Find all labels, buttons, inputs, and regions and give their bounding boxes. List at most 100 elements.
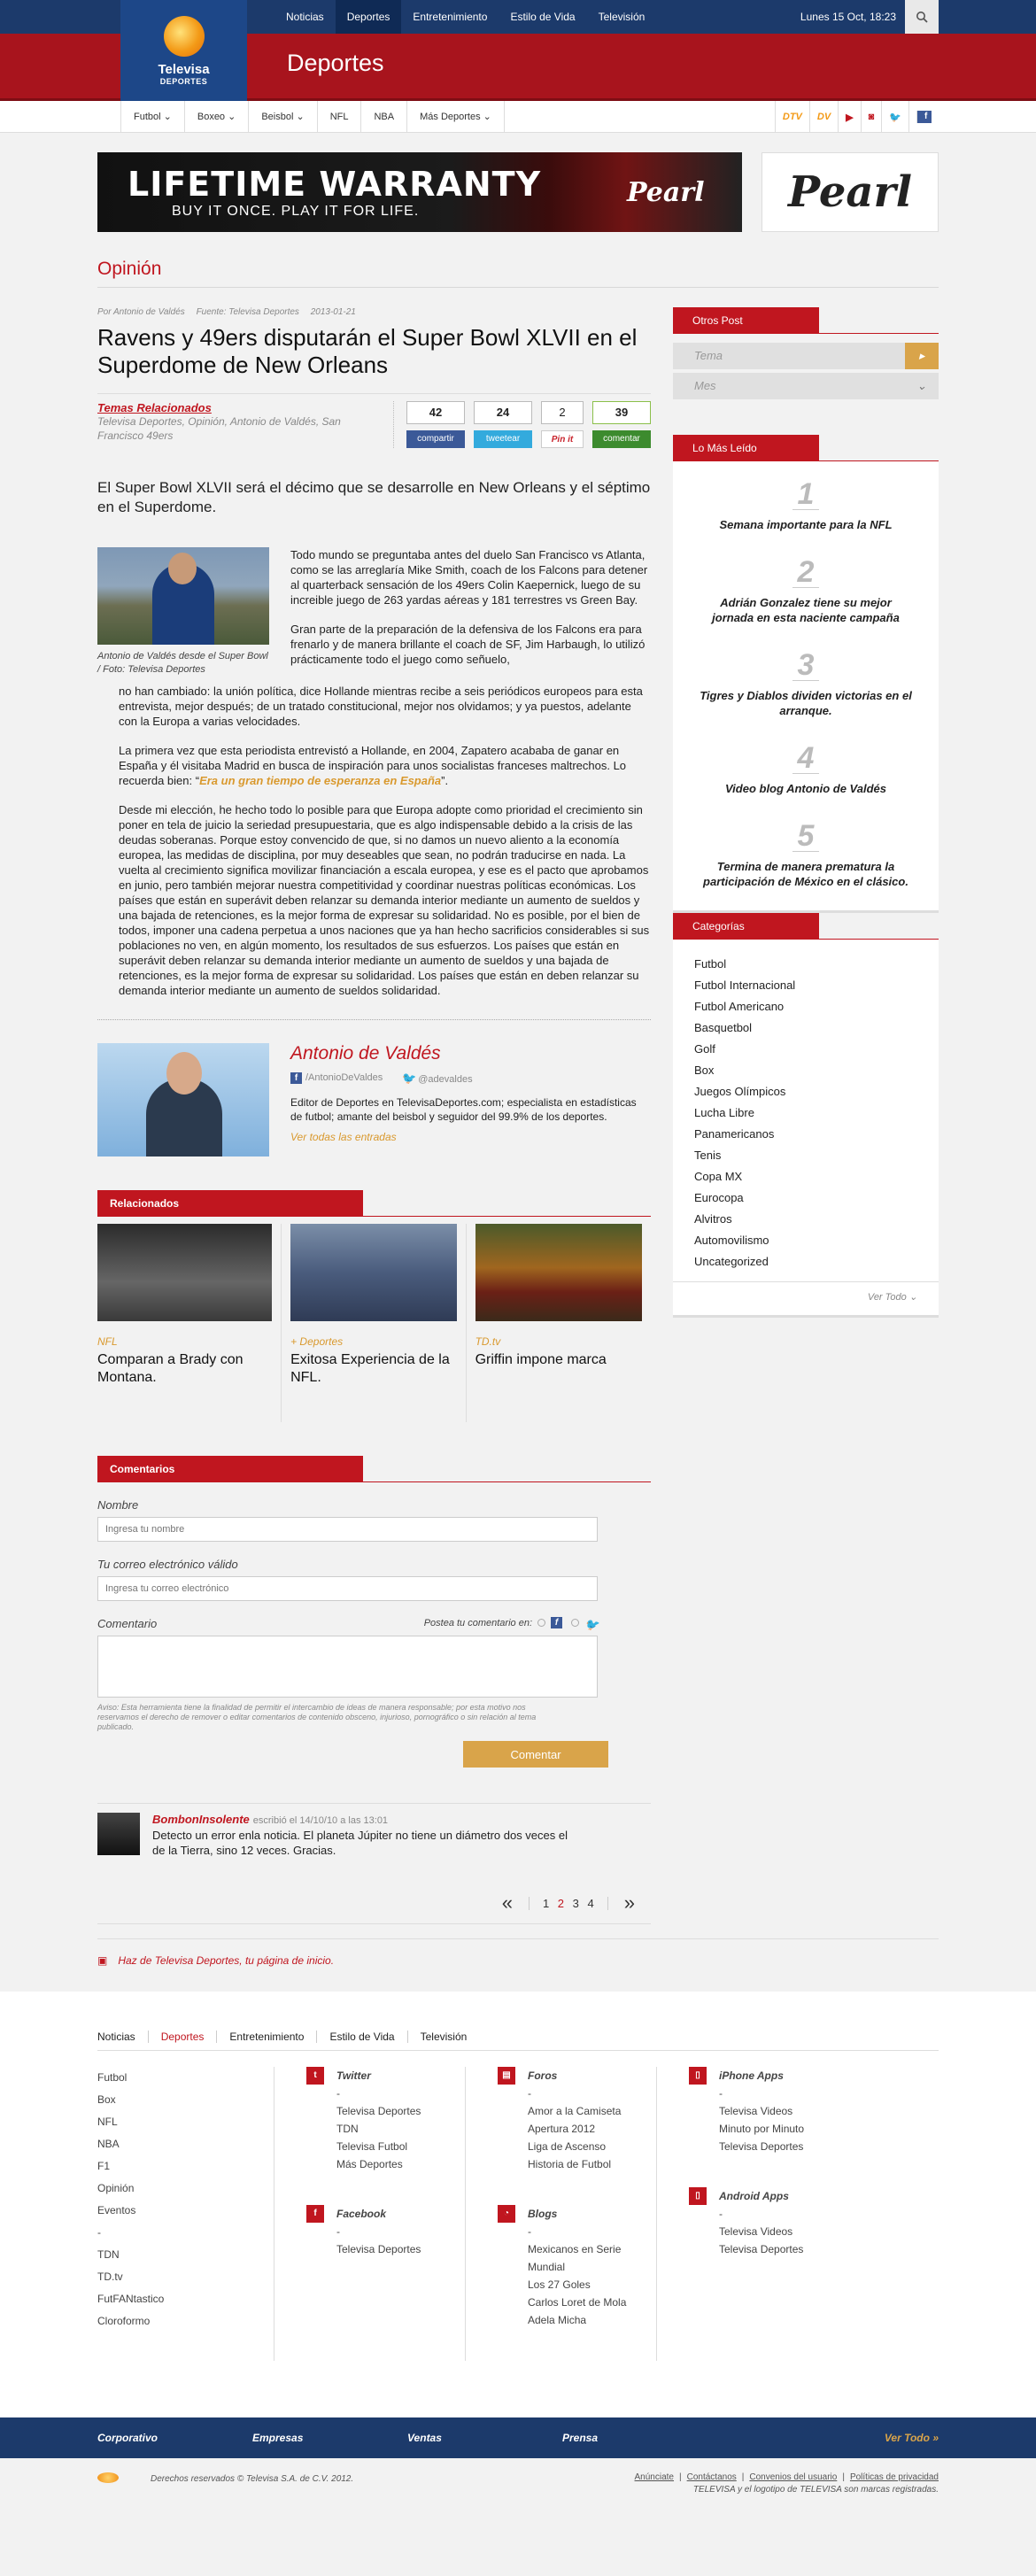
mas-leido-item[interactable]: 2 Adrián Gonzalez tiene su mejor jornada … (673, 539, 939, 632)
email-input[interactable] (97, 1576, 598, 1601)
subnav-boxeo[interactable]: Boxeo ⌄ (185, 101, 250, 133)
mas-leido-title[interactable]: Semana importante para la NFL (700, 517, 912, 539)
corporativo-link[interactable]: Corporativo (97, 2432, 252, 2444)
avatar[interactable] (97, 1813, 140, 1855)
category-link[interactable]: Futbol Americano (694, 996, 917, 1017)
footer-link[interactable]: Box (97, 2089, 274, 2111)
topnav-noticias[interactable]: Noticias (274, 0, 336, 34)
category-link[interactable]: Alvitros (694, 1209, 917, 1230)
related-title[interactable]: Griffin impone marca (475, 1351, 642, 1396)
subnav-mas-deportes[interactable]: Más Deportes ⌄ (407, 101, 505, 133)
comment-textarea[interactable] (97, 1636, 598, 1698)
author-all-entries-link[interactable]: Ver todas las entradas (290, 1131, 651, 1143)
related-category[interactable]: NFL (97, 1335, 272, 1348)
footer-link[interactable]: TDN (336, 2120, 465, 2138)
name-input[interactable] (97, 1517, 598, 1542)
submit-comment-button[interactable]: Comentar (463, 1741, 608, 1768)
footer-nav-estilo-de-vida[interactable]: Estilo de Vida (317, 2031, 408, 2043)
footer-link[interactable]: Opinión (97, 2178, 274, 2200)
category-link[interactable]: Juegos Olímpicos (694, 1081, 917, 1102)
category-link[interactable]: Automovilismo (694, 1230, 917, 1251)
related-image[interactable] (97, 1224, 273, 1321)
comment-user[interactable]: BombonInsolente (152, 1813, 250, 1826)
subnav-nba[interactable]: NBA (361, 101, 408, 133)
ver-todo-corporate-link[interactable]: Ver Todo » (784, 2432, 939, 2444)
mas-leido-title[interactable]: Adrián Gonzalez tiene su mejor jornada e… (700, 595, 912, 632)
mas-leido-item[interactable]: 4 Video blog Antonio de Valdés (673, 725, 939, 803)
related-image[interactable] (475, 1224, 642, 1321)
video-icon[interactable]: ▶ (838, 101, 860, 133)
page-2[interactable]: 2 (555, 1897, 567, 1910)
dtv-link[interactable]: DTV (774, 101, 809, 133)
mes-select[interactable]: Mes ⌄ (673, 373, 939, 399)
related-title[interactable]: Comparan a Brady con Montana. (97, 1351, 272, 1413)
facebook-share-button[interactable]: compartir (406, 430, 465, 448)
article-photo[interactable] (97, 547, 269, 645)
category-link[interactable]: Basquetbol (694, 1017, 917, 1039)
author-name[interactable]: Antonio de Valdés (290, 1043, 651, 1064)
author-twitter[interactable]: 🐦 @adevaldes (402, 1071, 472, 1085)
ad-banner[interactable]: LIFETIME WARRANTY BUY IT ONCE. PLAY IT F… (97, 152, 939, 232)
next-page-button[interactable]: » (608, 1891, 651, 1915)
related-topics-list[interactable]: Televisa Deportes, Opinión, Antonio de V… (97, 414, 363, 443)
post-on-facebook-radio[interactable] (537, 1619, 545, 1627)
comment-button[interactable]: comentar (592, 430, 651, 448)
mas-leido-item[interactable]: 1 Semana importante para la NFL (673, 461, 939, 539)
footer-link[interactable]: Amor a la Camiseta (528, 2102, 656, 2120)
article-author[interactable]: Por Antonio de Valdés (97, 307, 185, 317)
related-title[interactable]: Exitosa Experiencia de la NFL. (290, 1351, 456, 1413)
category-link[interactable]: Golf (694, 1039, 917, 1060)
related-category[interactable]: + Deportes (290, 1335, 456, 1348)
camera-icon[interactable]: ◙ (860, 101, 882, 133)
topnav-television[interactable]: Televisión (587, 0, 657, 34)
post-on-twitter-radio[interactable] (571, 1619, 579, 1627)
category-link[interactable]: Futbol (694, 954, 917, 975)
topnav-deportes[interactable]: Deportes (335, 0, 402, 34)
contactanos-link[interactable]: Contáctanos (687, 2472, 737, 2482)
footer-link[interactable]: Televisa Futbol (336, 2138, 465, 2155)
footer-link[interactable]: TDN (97, 2244, 274, 2266)
author-photo[interactable] (97, 1043, 269, 1156)
pin-it-button[interactable]: Pin it (541, 430, 584, 448)
category-link[interactable]: Copa MX (694, 1166, 917, 1187)
subnav-beisbol[interactable]: Beisbol ⌄ (249, 101, 318, 133)
category-link[interactable]: Eurocopa (694, 1187, 917, 1209)
page-4[interactable]: 4 (585, 1897, 597, 1910)
prev-page-button[interactable]: « (486, 1891, 529, 1915)
footer-nav-noticias[interactable]: Noticias (97, 2031, 149, 2043)
subnav-nfl[interactable]: NFL (318, 101, 362, 133)
related-category[interactable]: TD.tv (475, 1335, 642, 1348)
ad-leaderboard[interactable]: LIFETIME WARRANTY BUY IT ONCE. PLAY IT F… (97, 152, 742, 232)
footer-link[interactable]: Televisa Deportes (719, 2138, 848, 2155)
topnav-estilo-de-vida[interactable]: Estilo de Vida (499, 0, 586, 34)
privacidad-link[interactable]: Políticas de privacidad (850, 2472, 939, 2482)
tweet-button[interactable]: tweetear (474, 430, 532, 448)
footer-nav-entretenimiento[interactable]: Entretenimiento (217, 2031, 318, 2043)
dv-link[interactable]: DV (808, 101, 838, 133)
footer-link[interactable]: Futbol (97, 2067, 274, 2089)
twitter-icon[interactable]: 🐦 (881, 101, 908, 133)
footer-link[interactable]: FutFANtastico (97, 2288, 274, 2310)
footer-link[interactable]: Apertura 2012 (528, 2120, 656, 2138)
facebook-icon[interactable]: f (908, 101, 939, 133)
footer-link[interactable]: Adela Micha (528, 2311, 656, 2329)
mas-leido-title[interactable]: Termina de manera prematura la participa… (700, 859, 912, 896)
footer-link[interactable]: Carlos Loret de Mola (528, 2294, 656, 2311)
category-link[interactable]: Futbol Internacional (694, 975, 917, 996)
subnav-futbol[interactable]: Futbol ⌄ (121, 101, 185, 133)
prensa-link[interactable]: Prensa (562, 2432, 717, 2444)
tema-select[interactable]: Tema ▸ (673, 343, 939, 369)
make-homepage-text[interactable]: Haz de Televisa Deportes, tu página de i… (118, 1954, 334, 1967)
footer-link[interactable]: Mexicanos en Serie Mundial (528, 2240, 656, 2276)
ver-todo-categorias-link[interactable]: Ver Todo ⌄ (673, 1281, 939, 1315)
paragraph-4-link[interactable]: Era un gran tiempo de esperanza en Españ… (199, 774, 441, 787)
footer-link[interactable]: Más Deportes (336, 2155, 465, 2173)
convenios-link[interactable]: Convenios del usuario (749, 2472, 837, 2482)
search-button[interactable] (905, 0, 939, 34)
footer-link[interactable]: NBA (97, 2133, 274, 2155)
footer-link[interactable]: F1 (97, 2155, 274, 2178)
televisa-deportes-logo[interactable]: Televisa DEPORTES (120, 0, 247, 101)
mas-leido-item[interactable]: 3 Tigres y Diablos dividen victorias en e… (673, 632, 939, 725)
related-image[interactable] (290, 1224, 457, 1321)
ad-side-logo[interactable]: Pearl (762, 152, 939, 232)
